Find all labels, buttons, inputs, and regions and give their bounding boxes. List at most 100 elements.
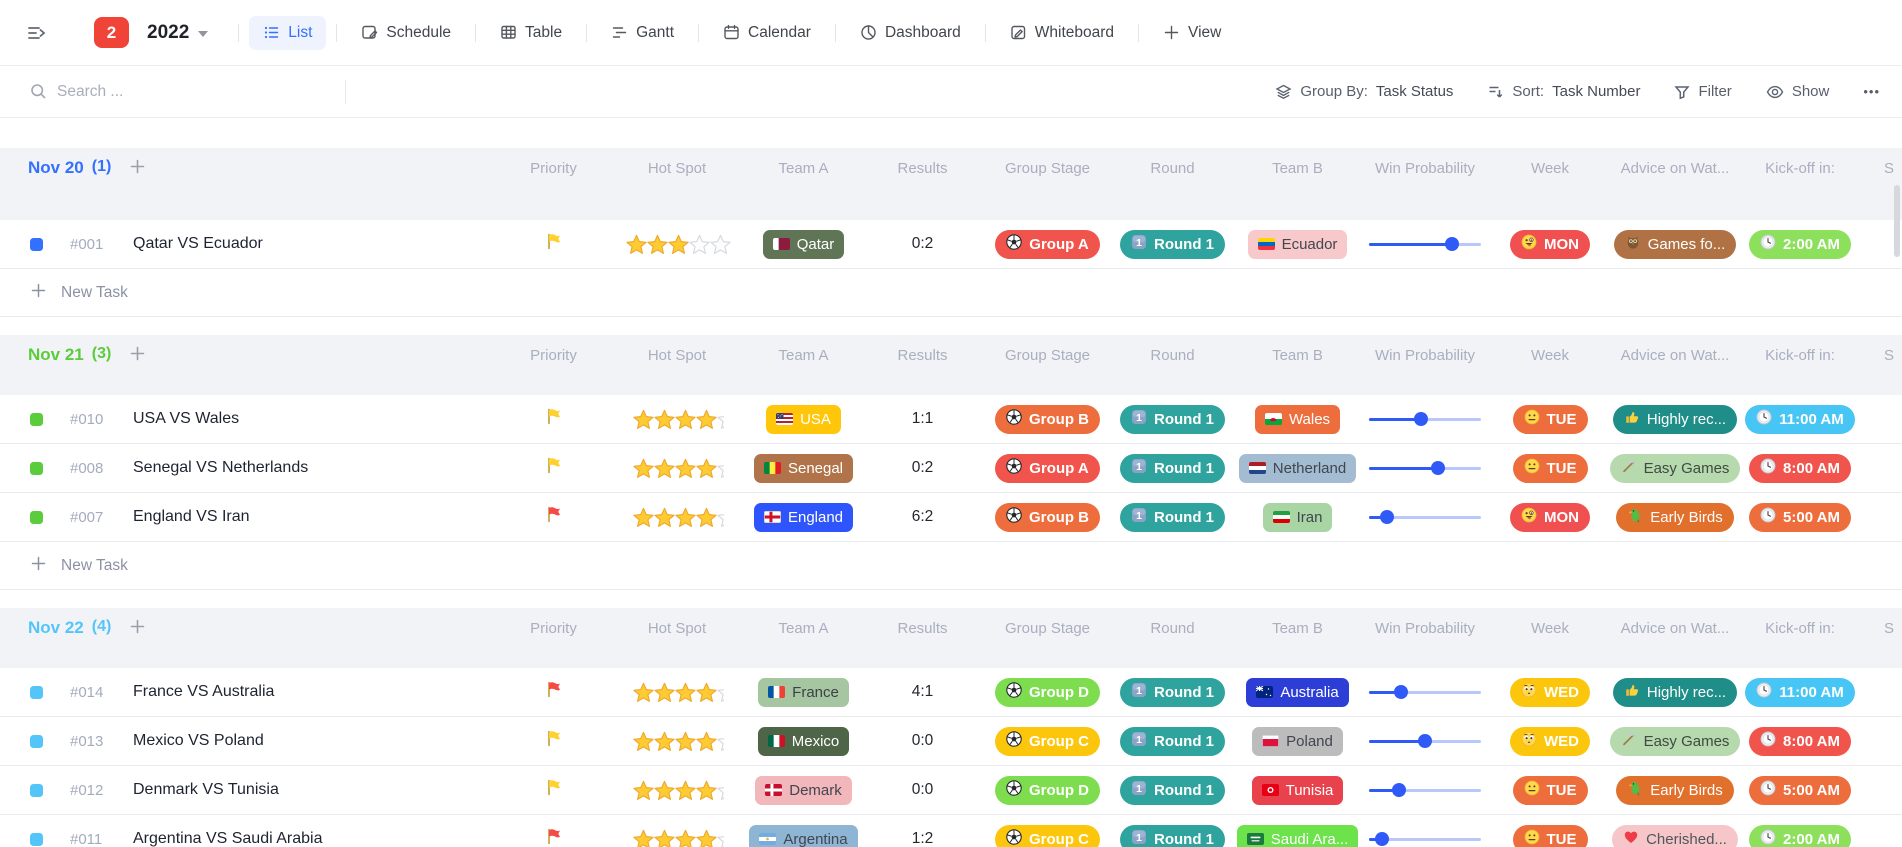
win-probability-slider[interactable] <box>1369 685 1481 699</box>
team-b-tag[interactable]: Ecuador <box>1248 230 1348 259</box>
more-button[interactable]: ••• <box>1863 84 1880 99</box>
round-tag[interactable]: 1Round 1 <box>1120 405 1225 434</box>
results-value[interactable]: 0:0 <box>912 781 934 799</box>
hot-spot-rating[interactable] <box>632 828 722 847</box>
task-status-checkbox[interactable] <box>30 462 43 475</box>
task-status-checkbox[interactable] <box>30 238 43 251</box>
sidebar-toggle-icon[interactable] <box>26 22 48 44</box>
kickoff-tag[interactable]: 5:00 AM <box>1749 776 1851 805</box>
task-title[interactable]: Denmark VS Tunisia <box>133 781 279 799</box>
task-status-checkbox[interactable] <box>30 784 43 797</box>
group-by-control[interactable]: Group By: Task Status <box>1275 83 1453 100</box>
task-row[interactable]: #001Qatar VS Ecuador Qatar0:2Group A1Rou… <box>0 220 1902 269</box>
new-task-button[interactable]: New Task <box>0 542 1902 590</box>
team-b-tag[interactable]: Australia <box>1246 678 1348 707</box>
group-title[interactable]: Nov 22 <box>28 618 84 639</box>
team-a-tag[interactable]: France <box>758 678 849 707</box>
slider-knob[interactable] <box>1375 832 1389 846</box>
priority-flag-icon[interactable] <box>544 232 563 256</box>
round-tag[interactable]: 1Round 1 <box>1120 503 1225 532</box>
advice-tag[interactable]: Highly rec... <box>1613 405 1737 434</box>
advice-tag[interactable]: Easy Games <box>1610 454 1741 483</box>
win-probability-slider[interactable] <box>1369 412 1481 426</box>
week-tag[interactable]: TUE <box>1513 454 1588 483</box>
slider-knob[interactable] <box>1394 685 1408 699</box>
results-value[interactable]: 4:1 <box>912 683 934 701</box>
filter-control[interactable]: Filter <box>1674 83 1731 100</box>
team-b-tag[interactable]: Netherland <box>1239 454 1356 483</box>
task-row[interactable]: #007England VS Iran England6:2Group B1Ro… <box>0 493 1902 542</box>
advice-tag[interactable]: Early Birds <box>1616 776 1734 805</box>
task-title[interactable]: England VS Iran <box>133 508 250 526</box>
kickoff-tag[interactable]: 8:00 AM <box>1749 454 1851 483</box>
round-tag[interactable]: 1Round 1 <box>1120 230 1225 259</box>
priority-flag-icon[interactable] <box>544 778 563 802</box>
team-a-tag[interactable]: Senegal <box>754 454 853 483</box>
kickoff-tag[interactable]: 2:00 AM <box>1749 825 1851 847</box>
search-input[interactable] <box>57 83 297 101</box>
task-status-checkbox[interactable] <box>30 686 43 699</box>
tab-table[interactable]: Table <box>486 16 576 50</box>
workspace-badge[interactable]: 2 <box>94 17 129 48</box>
sort-control[interactable]: Sort: Task Number <box>1487 83 1640 100</box>
results-value[interactable]: 0:0 <box>912 732 934 750</box>
round-tag[interactable]: 1Round 1 <box>1120 454 1225 483</box>
group-stage-tag[interactable]: Group B <box>995 405 1100 434</box>
tab-calendar[interactable]: Calendar <box>709 16 825 50</box>
new-task-button[interactable]: New Task <box>0 269 1902 317</box>
show-control[interactable]: Show <box>1766 83 1830 101</box>
slider-knob[interactable] <box>1431 461 1445 475</box>
workspace-title[interactable]: 2022 <box>147 22 208 44</box>
team-b-tag[interactable]: Wales <box>1255 405 1340 434</box>
task-row[interactable]: #014France VS Australia France4:1Group D… <box>0 668 1902 717</box>
task-status-checkbox[interactable] <box>30 413 43 426</box>
win-probability-slider[interactable] <box>1369 832 1481 846</box>
slider-knob[interactable] <box>1392 783 1406 797</box>
team-a-tag[interactable]: USA <box>766 405 841 434</box>
slider-knob[interactable] <box>1414 412 1428 426</box>
results-value[interactable]: 6:2 <box>912 508 934 526</box>
task-title[interactable]: USA VS Wales <box>133 410 239 428</box>
tab-whiteboard[interactable]: Whiteboard <box>996 16 1128 50</box>
priority-flag-icon[interactable] <box>544 456 563 480</box>
week-tag[interactable]: TUE <box>1513 776 1588 805</box>
round-tag[interactable]: 1Round 1 <box>1120 727 1225 756</box>
round-tag[interactable]: 1Round 1 <box>1120 825 1225 847</box>
round-tag[interactable]: 1Round 1 <box>1120 776 1225 805</box>
week-tag[interactable]: WED <box>1510 727 1590 756</box>
team-a-tag[interactable]: England <box>754 503 853 532</box>
group-stage-tag[interactable]: Group C <box>995 727 1100 756</box>
team-a-tag[interactable]: Demark <box>755 776 852 805</box>
hot-spot-rating[interactable] <box>632 457 722 480</box>
task-status-checkbox[interactable] <box>30 833 43 846</box>
week-tag[interactable]: WED <box>1510 678 1590 707</box>
priority-flag-icon[interactable] <box>544 680 563 704</box>
tab-view[interactable]: View <box>1149 16 1235 50</box>
hot-spot-rating[interactable] <box>625 233 730 256</box>
team-a-tag[interactable]: Qatar <box>763 230 845 259</box>
priority-flag-icon[interactable] <box>544 729 563 753</box>
priority-flag-icon[interactable] <box>544 407 563 431</box>
results-value[interactable]: 1:2 <box>912 830 934 847</box>
kickoff-tag[interactable]: 11:00 AM <box>1745 405 1854 434</box>
week-tag[interactable]: TUE <box>1513 405 1588 434</box>
tab-list[interactable]: List <box>249 16 326 50</box>
hot-spot-rating[interactable] <box>632 730 722 753</box>
advice-tag[interactable]: Highly rec... <box>1613 678 1737 707</box>
slider-knob[interactable] <box>1380 510 1394 524</box>
week-tag[interactable]: MON <box>1510 230 1590 259</box>
week-tag[interactable]: MON <box>1510 503 1590 532</box>
group-stage-tag[interactable]: Group D <box>995 776 1100 805</box>
hot-spot-rating[interactable] <box>632 408 722 431</box>
team-a-tag[interactable]: Argentina <box>749 825 857 847</box>
task-title[interactable]: France VS Australia <box>133 683 274 701</box>
week-tag[interactable]: TUE <box>1513 825 1588 847</box>
team-b-tag[interactable]: Poland <box>1252 727 1343 756</box>
hot-spot-rating[interactable] <box>632 779 722 802</box>
group-stage-tag[interactable]: Group B <box>995 503 1100 532</box>
kickoff-tag[interactable]: 11:00 AM <box>1745 678 1854 707</box>
task-title[interactable]: Mexico VS Poland <box>133 732 264 750</box>
task-row[interactable]: #011Argentina VS Saudi Arabia Argentina1… <box>0 815 1902 847</box>
group-stage-tag[interactable]: Group D <box>995 678 1100 707</box>
priority-flag-icon[interactable] <box>544 827 563 847</box>
